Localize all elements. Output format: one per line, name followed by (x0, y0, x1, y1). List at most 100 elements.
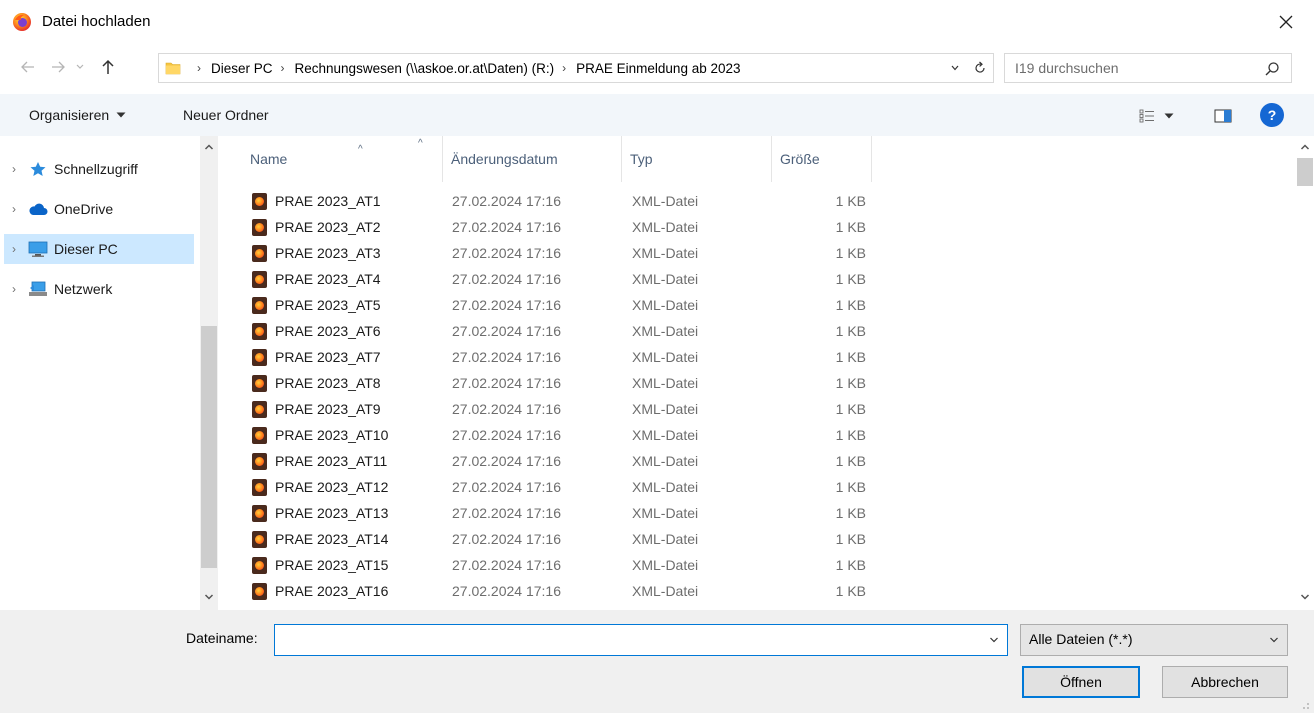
scroll-thumb[interactable] (201, 326, 217, 568)
file-row[interactable]: PRAE 2023_AT13 27.02.2024 17:16 XML-Datei 1… (218, 500, 1296, 526)
file-row[interactable]: PRAE 2023_AT6 27.02.2024 17:16 XML-Datei 1 … (218, 318, 1296, 344)
file-type: XML-Datei (632, 323, 699, 339)
file-type: XML-Datei (632, 505, 699, 521)
close-icon (1279, 15, 1293, 29)
breadcrumb-item-rechnungswesen[interactable]: Rechnungswesen (\\askoe.or.at\Daten) (R:… (295, 61, 555, 76)
expand-chevron-icon[interactable]: › (4, 202, 24, 216)
breadcrumb-item-prae-einmeldung[interactable]: PRAE Einmeldung ab 2023 (576, 61, 740, 76)
filename-label: Dateiname: (186, 630, 258, 646)
file-row[interactable]: PRAE 2023_AT10 27.02.2024 17:16 XML-Datei 1… (218, 422, 1296, 448)
scroll-up-button[interactable] (1296, 138, 1314, 156)
file-row[interactable]: PRAE 2023_AT1 27.02.2024 17:16 XML-Datei 1 … (218, 188, 1296, 214)
chevron-down-icon (204, 594, 214, 600)
network-icon (28, 280, 48, 298)
file-row[interactable]: PRAE 2023_AT5 27.02.2024 17:16 XML-Datei 1 … (218, 292, 1296, 318)
nav-item-netzwerk[interactable]: › Netzwerk (4, 274, 194, 304)
chevron-down-icon (76, 64, 84, 69)
arrow-up-icon (102, 59, 114, 74)
forward-button[interactable] (46, 54, 70, 80)
file-date: 27.02.2024 17:16 (452, 375, 561, 391)
file-size: 1 KB (835, 453, 866, 469)
file-row[interactable]: PRAE 2023_AT11 27.02.2024 17:16 XML-Datei 1… (218, 448, 1296, 474)
file-type: XML-Datei (632, 375, 699, 391)
breadcrumb-item-dieser-pc[interactable]: Dieser PC (211, 61, 273, 76)
file-type: XML-Datei (632, 349, 699, 365)
file-date: 27.02.2024 17:16 (452, 505, 561, 521)
file-row[interactable]: PRAE 2023_AT3 27.02.2024 17:16 XML-Datei 1 … (218, 240, 1296, 266)
file-type: XML-Datei (632, 271, 699, 287)
resize-grip-icon[interactable] (1298, 698, 1310, 710)
scroll-thumb[interactable] (1297, 158, 1313, 186)
file-row[interactable]: PRAE 2023_AT15 27.02.2024 17:16 XML-Datei 1… (218, 552, 1296, 578)
column-header-name[interactable]: Name ^ (242, 136, 442, 182)
column-header-type[interactable]: Typ (622, 136, 772, 182)
nav-item-dieser-pc[interactable]: › Dieser PC (4, 234, 194, 264)
file-row[interactable]: PRAE 2023_AT4 27.02.2024 17:16 XML-Datei 1 … (218, 266, 1296, 292)
file-row[interactable]: PRAE 2023_AT7 27.02.2024 17:16 XML-Datei 1 … (218, 344, 1296, 370)
open-button[interactable]: Öffnen (1022, 666, 1140, 698)
new-folder-button[interactable]: Neuer Ordner (174, 102, 278, 128)
organize-label: Organisieren (29, 107, 110, 123)
file-row[interactable]: PRAE 2023_AT12 27.02.2024 17:16 XML-Datei 1… (218, 474, 1296, 500)
file-size: 1 KB (835, 271, 866, 287)
file-size: 1 KB (835, 349, 866, 365)
file-type: XML-Datei (632, 479, 699, 495)
file-type: XML-Datei (632, 219, 699, 235)
nav-item-schnellzugriff[interactable]: › Schnellzugriff (4, 154, 194, 184)
search-input[interactable]: I19 durchsuchen (1004, 53, 1292, 83)
file-size: 1 KB (835, 323, 866, 339)
address-bar[interactable]: › Dieser PC › Rechnungswesen (\\askoe.or… (158, 53, 994, 83)
expand-chevron-icon[interactable]: › (4, 282, 24, 296)
file-date: 27.02.2024 17:16 (452, 297, 561, 313)
file-row[interactable]: PRAE 2023_AT16 27.02.2024 17:16 XML-Datei 1… (218, 578, 1296, 604)
file-name: PRAE 2023_AT12 (275, 479, 389, 495)
command-toolbar: Organisieren Neuer Ordner ? (0, 94, 1314, 136)
breadcrumb: › Dieser PC › Rechnungswesen (\\askoe.or… (189, 54, 741, 82)
address-history-dropdown[interactable] (943, 54, 967, 82)
file-size: 1 KB (835, 245, 866, 261)
file-name: PRAE 2023_AT4 (275, 271, 381, 287)
file-date: 27.02.2024 17:16 (452, 453, 561, 469)
expand-chevron-icon[interactable]: › (4, 242, 24, 256)
file-row[interactable]: PRAE 2023_AT2 27.02.2024 17:16 XML-Datei 1 … (218, 214, 1296, 240)
file-date: 27.02.2024 17:16 (452, 193, 561, 209)
preview-pane-button[interactable] (1208, 104, 1238, 128)
file-row[interactable]: PRAE 2023_AT9 27.02.2024 17:16 XML-Datei 1 … (218, 396, 1296, 422)
file-size: 1 KB (835, 557, 866, 573)
file-row[interactable]: PRAE 2023_AT14 27.02.2024 17:16 XML-Datei 1… (218, 526, 1296, 552)
nav-item-label: Dieser PC (54, 241, 118, 257)
scroll-down-button[interactable] (200, 588, 218, 606)
help-button[interactable]: ? (1260, 103, 1284, 127)
refresh-button[interactable] (967, 54, 993, 82)
scroll-up-button[interactable] (200, 138, 218, 156)
up-button[interactable] (96, 54, 120, 80)
filename-history-dropdown[interactable] (981, 625, 1007, 655)
chevron-down-icon (1270, 637, 1278, 643)
close-button[interactable] (1264, 6, 1308, 38)
expand-chevron-icon[interactable]: › (4, 162, 24, 176)
column-header-date[interactable]: Änderungsdatum (442, 136, 622, 182)
change-view-button[interactable] (1126, 104, 1188, 128)
back-button[interactable] (16, 54, 40, 80)
filetype-dropdown[interactable] (1261, 625, 1287, 655)
filename-input[interactable] (274, 624, 1008, 656)
file-list-scrollbar[interactable] (1296, 136, 1314, 610)
navigation-scrollbar[interactable] (200, 136, 218, 610)
file-name: PRAE 2023_AT6 (275, 323, 381, 339)
scroll-down-button[interactable] (1296, 588, 1314, 606)
nav-item-onedrive[interactable]: › OneDrive (4, 194, 194, 224)
search-icon[interactable] (1263, 60, 1281, 78)
filetype-select[interactable]: Alle Dateien (*.*) (1020, 624, 1288, 656)
recent-locations-button[interactable] (72, 54, 88, 80)
organize-button[interactable]: Organisieren (20, 102, 136, 128)
file-row[interactable]: PRAE 2023_AT8 27.02.2024 17:16 XML-Datei 1 … (218, 370, 1296, 396)
file-size: 1 KB (835, 193, 866, 209)
file-size: 1 KB (835, 297, 866, 313)
cancel-button[interactable]: Abbrechen (1162, 666, 1288, 698)
sort-ascending-icon: ^ (358, 144, 363, 155)
chevron-up-icon (204, 144, 214, 150)
arrow-right-icon (52, 61, 65, 73)
window-title: Datei hochladen (42, 13, 151, 30)
file-size: 1 KB (835, 427, 866, 443)
column-header-size[interactable]: Größe (772, 136, 872, 182)
